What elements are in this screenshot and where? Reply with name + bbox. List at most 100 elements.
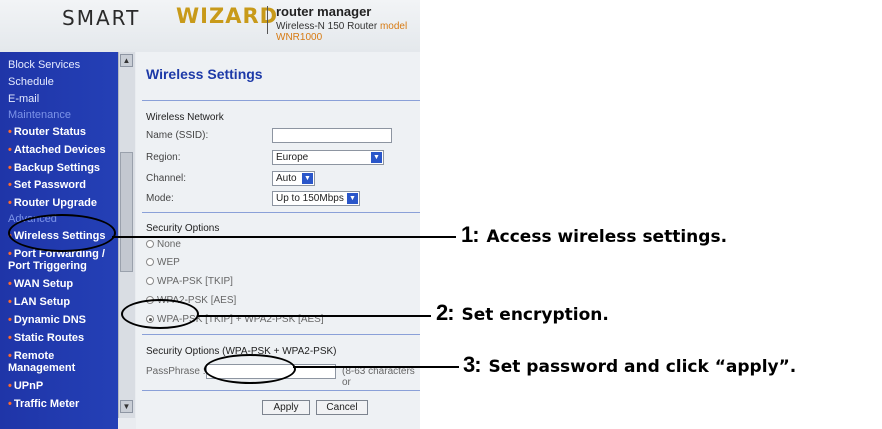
sidebar-item-upnp[interactable]: • UPnP: [8, 380, 43, 392]
bullet-icon: •: [8, 248, 12, 260]
mode-select[interactable]: Up to 150Mbps ▼: [272, 191, 360, 206]
sidebar-item-email[interactable]: E-mail: [8, 93, 39, 105]
bullet-icon: •: [8, 144, 12, 156]
callout-number: 1:: [461, 222, 480, 247]
product-model-line: Wireless-N 150 Router model WNR1000: [276, 21, 420, 43]
bullet-icon: •: [8, 350, 12, 362]
sidebar-item-schedule[interactable]: Schedule: [8, 76, 54, 88]
sidebar-item-router-upgrade[interactable]: • Router Upgrade: [8, 197, 97, 209]
security-options-heading: Security Options: [146, 223, 220, 234]
chevron-down-icon: ▼: [347, 193, 358, 204]
sidebar-item-label: Router Status: [13, 126, 86, 138]
router-header: SMART WIZARD router manager Wireless-N 1…: [0, 0, 420, 52]
section-divider: [142, 212, 420, 213]
sidebar-item-label: Dynamic DNS: [13, 314, 86, 326]
bullet-icon: •: [8, 380, 12, 392]
chevron-down-icon: ▼: [302, 173, 313, 184]
callout-line-3: [293, 366, 459, 368]
sidebar-item-label: Backup Settings: [13, 162, 101, 174]
sidebar-item-label: Remote: [13, 350, 55, 362]
sidebar-item-label: Port Triggering: [8, 260, 87, 272]
scroll-down-icon[interactable]: ▼: [120, 400, 133, 413]
header-divider: [267, 6, 268, 34]
sidebar-item-traffic-meter[interactable]: • Traffic Meter: [8, 398, 79, 410]
sidebar-item-static-routes[interactable]: • Static Routes: [8, 332, 84, 344]
bullet-icon: •: [8, 332, 12, 344]
section-divider: [142, 334, 420, 335]
radio-label: WEP: [157, 257, 180, 268]
highlight-ring-passphrase: [204, 354, 296, 384]
bullet-icon: •: [8, 179, 12, 191]
callout-number: 3:: [463, 352, 482, 377]
callout-step-1: 1: Access wireless settings.: [461, 222, 727, 248]
channel-label: Channel:: [146, 173, 187, 184]
passphrase-label: PassPhrase :: [146, 366, 206, 377]
radio-label: WPA-PSK [TKIP]: [157, 276, 233, 287]
highlight-ring-encryption: [121, 299, 199, 329]
callout-step-2: 2: Set encryption.: [436, 300, 609, 326]
wireless-network-heading: Wireless Network: [146, 112, 224, 123]
callout-text: Set encryption: [461, 305, 603, 325]
sidebar-item-label: Schedule: [8, 76, 54, 88]
channel-select[interactable]: Auto ▼: [272, 171, 315, 186]
region-label: Region:: [146, 152, 181, 163]
bullet-icon: •: [8, 278, 12, 290]
sidebar-scrollbar[interactable]: ▲ ▼: [118, 52, 135, 418]
passphrase-hint: (8-63 characters or: [342, 366, 415, 388]
sidebar-item-block-services[interactable]: Block Services: [8, 59, 80, 71]
router-screenshot-photo: SMART WIZARD router manager Wireless-N 1…: [0, 0, 420, 429]
scroll-thumb[interactable]: [120, 152, 133, 272]
section-divider: [142, 390, 420, 391]
sidebar-item-label: Management: [8, 362, 76, 374]
cancel-button[interactable]: Cancel: [316, 400, 368, 415]
bullet-icon: •: [8, 162, 12, 174]
sidebar-item-label: Static Routes: [13, 332, 85, 344]
callout-step-3: 3: Set password and click “apply”.: [463, 352, 796, 378]
callout-end: .: [789, 357, 797, 377]
callout-end: .: [602, 305, 609, 325]
sidebar-item-label: E-mail: [8, 93, 40, 105]
brand-wizard-logo: WIZARD: [176, 4, 279, 28]
bullet-icon: •: [8, 197, 12, 209]
callout-text: Access wireless settings: [486, 227, 721, 247]
apply-button[interactable]: Apply: [262, 400, 310, 415]
region-value: Europe: [276, 152, 309, 163]
sidebar-item-attached-devices[interactable]: • Attached Devices: [8, 144, 106, 156]
radio-button[interactable]: [146, 258, 154, 266]
radio-label: None: [157, 239, 181, 250]
sidebar-item-router-status[interactable]: • Router Status: [8, 126, 86, 138]
product-model-prefix: Wireless-N 150 Router: [276, 21, 378, 32]
sidebar-item-label: LAN Setup: [13, 296, 71, 308]
sidebar-item-label: Attached Devices: [13, 144, 106, 156]
chevron-down-icon: ▼: [371, 152, 382, 163]
radio-button[interactable]: [146, 240, 154, 248]
scroll-up-icon[interactable]: ▲: [120, 54, 133, 67]
ssid-label: Name (SSID):: [146, 130, 209, 141]
sidebar-section-maintenance: Maintenance: [8, 109, 71, 121]
radio-button[interactable]: [146, 277, 154, 285]
mode-label: Mode:: [146, 193, 174, 204]
sidebar-item-label: Block Services: [8, 59, 81, 71]
sidebar-item-label: Set Password: [13, 179, 86, 191]
radio-wep[interactable]: WEP: [146, 257, 180, 268]
bullet-icon: •: [8, 296, 12, 308]
bullet-icon: •: [8, 126, 12, 138]
sidebar-item-dynamic-dns[interactable]: • Dynamic DNS: [8, 314, 86, 326]
radio-none[interactable]: None: [146, 239, 181, 250]
sidebar-item-backup-settings[interactable]: • Backup Settings: [8, 162, 100, 174]
sidebar-item-set-password[interactable]: • Set Password: [8, 179, 86, 191]
callout-number: 2:: [436, 300, 455, 325]
mode-value: Up to 150Mbps: [276, 193, 344, 204]
radio-wpa-psk-tkip[interactable]: WPA-PSK [TKIP]: [146, 276, 233, 287]
title-divider: [142, 100, 420, 101]
sidebar-item-lan-setup[interactable]: • LAN Setup: [8, 296, 70, 308]
bullet-icon: •: [8, 398, 12, 410]
region-select[interactable]: Europe ▼: [272, 150, 384, 165]
sidebar-item-wan-setup[interactable]: • WAN Setup: [8, 278, 73, 290]
highlight-ring-wireless-settings: [8, 214, 116, 252]
ssid-input[interactable]: [272, 128, 392, 143]
sidebar-item-label: Router Upgrade: [13, 197, 97, 209]
bullet-icon: •: [8, 314, 12, 326]
callout-text: Set password and click “apply”: [488, 357, 790, 377]
sidebar-item-remote-management[interactable]: • Remote Management: [8, 350, 75, 374]
